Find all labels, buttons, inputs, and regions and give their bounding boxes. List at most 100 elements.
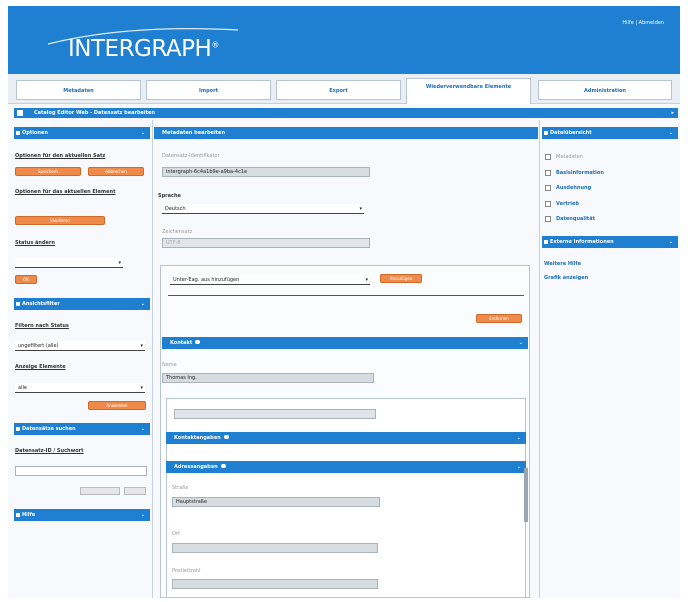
collapse-icon[interactable]: ⌄ [669, 127, 673, 139]
collapse-icon[interactable]: ⌄ [669, 236, 673, 248]
scrollbar[interactable] [524, 468, 528, 522]
panel-icon [544, 131, 548, 135]
search-label: Datensatz-ID / Suchwort [15, 448, 84, 454]
remove-button[interactable]: Entfernen [476, 314, 522, 323]
user-links[interactable]: Hilfe | Abmelden [622, 20, 664, 26]
contact-section-header[interactable]: Kontakt ⌄ [162, 337, 528, 349]
overview-item-basis[interactable]: Basisinformation [556, 170, 604, 176]
street-label: Straße [172, 485, 189, 491]
language-value: Deutsch [165, 206, 186, 212]
expand-icon[interactable] [545, 185, 551, 191]
chevron-down-icon: ▾ [118, 260, 121, 266]
search-input[interactable] [15, 466, 147, 476]
address-header[interactable]: Adressangaben ⌄ [166, 461, 526, 473]
contact-section-title: Kontakt [170, 340, 193, 346]
external-info-panel-header[interactable]: Externe Informationen ⌄ [542, 236, 678, 248]
postcode-label: Postleitzahl [172, 568, 201, 574]
overview-item-distribution[interactable]: Vertrieb [556, 201, 579, 207]
collapse-icon[interactable]: ⌄ [141, 298, 145, 310]
options-current-set-label: Optionen für den aktuellen Satz [15, 153, 106, 159]
filter-status-select[interactable]: ungefiltert (alle) ▾ [15, 341, 145, 351]
filter-status-value: ungefiltert (alle) [18, 343, 59, 349]
panel-icon [16, 427, 20, 431]
status-select[interactable]: ▾ [15, 258, 123, 268]
collapse-icon[interactable]: ⌄ [519, 337, 523, 349]
expand-icon[interactable] [545, 216, 551, 222]
column-divider [152, 120, 153, 598]
subelement-select[interactable]: Unter-Eag. aus hinzufügen ▾ [170, 275, 370, 285]
logo-mark: ® [211, 40, 219, 50]
comment-icon [220, 464, 226, 468]
expand-icon[interactable] [545, 170, 551, 176]
collapse-icon[interactable]: ⌄ [141, 509, 145, 521]
panel-icon [16, 513, 20, 517]
overview-item-quality[interactable]: Datenqualität [556, 216, 595, 222]
filter-element-value: alle [18, 385, 27, 391]
view-filter-panel-header[interactable]: Ansichtsfilter ⌄ [14, 298, 150, 310]
charset-label: Zeichensatz [162, 229, 193, 235]
tab-metadaten[interactable]: Metadaten [16, 80, 141, 100]
collapse-icon[interactable]: ⌄ [517, 432, 521, 444]
show-graphic-link[interactable]: Grafik anzeigen [544, 275, 588, 281]
street-field[interactable]: Hauptstraße [172, 497, 380, 507]
collapse-icon[interactable]: ⌄ [141, 127, 145, 139]
language-select[interactable]: Deutsch ▾ [162, 204, 364, 214]
reset-button[interactable] [124, 487, 146, 495]
column-divider [539, 120, 540, 598]
filter-status-label: Filtern nach Status [15, 323, 69, 329]
search-button[interactable] [80, 487, 120, 495]
validate-button[interactable]: Validieren [15, 216, 105, 225]
metadata-checkbox[interactable] [545, 154, 551, 160]
contact-info-header[interactable]: Kontaktangaben ⌄ [166, 432, 526, 444]
tab-import[interactable]: Import [146, 80, 271, 100]
home-icon[interactable] [17, 110, 23, 116]
chevron-down-icon: ▾ [140, 343, 143, 349]
collapse-icon[interactable]: ⌄ [141, 423, 145, 435]
options-title: Optionen [22, 130, 48, 136]
options-current-element-label: Optionen für das aktuellen Element [15, 189, 116, 195]
expand-icon[interactable] [545, 201, 551, 207]
apply-button[interactable]: Anwenden [88, 401, 146, 410]
overview-panel-header[interactable]: Dateiübersicht ⌄ [542, 127, 678, 139]
tab-reusable-elements[interactable]: Wiederverwendbare Elemente [406, 78, 531, 104]
chevron-down-icon: ▾ [140, 385, 143, 391]
metadata-checkbox-label: Metadaten [556, 154, 583, 160]
contact-name-field[interactable]: Thomas Ing. [162, 373, 374, 383]
overview-item-extent[interactable]: Ausdehnung [556, 185, 591, 191]
tab-export[interactable]: Export [276, 80, 401, 100]
identifier-field[interactable]: intergraph-6c4a1b9e-a9ba-4c1e [162, 167, 370, 177]
city-field[interactable] [172, 543, 378, 553]
view-filter-title: Ansichtsfilter [22, 301, 60, 307]
divider [168, 295, 524, 296]
address-title: Adressangaben [174, 464, 218, 470]
charset-field[interactable]: UTF-8 [162, 238, 370, 248]
search-panel-header[interactable]: Datensätze suchen ⌄ [14, 423, 150, 435]
city-label: Ort [172, 531, 180, 537]
chevron-down-icon: ▾ [365, 277, 368, 283]
ok-button[interactable]: OK [15, 275, 37, 284]
contact-name-label: Name [162, 362, 177, 368]
overview-title: Dateiübersicht [550, 130, 592, 136]
cancel-button[interactable]: Abbrechen [88, 167, 144, 176]
contact-role-field[interactable] [174, 409, 376, 419]
panel-icon [544, 240, 548, 244]
app-header: INTERGRAPH® Hilfe | Abmelden [8, 6, 680, 74]
comment-icon [195, 340, 201, 344]
options-panel-header[interactable]: Optionen ⌄ [14, 127, 150, 139]
postcode-field[interactable] [172, 579, 378, 589]
breadcrumb-text: Catalog Editor Web - Datensatz bearbeite… [34, 110, 155, 116]
search-title: Datensätze suchen [22, 426, 76, 432]
breadcrumb: Catalog Editor Web - Datensatz bearbeite… [14, 108, 678, 118]
collapse-icon[interactable]: ⌄ [517, 461, 521, 473]
further-help-link[interactable]: Weitere Hilfe [544, 261, 581, 267]
save-button[interactable]: Speichern [15, 167, 81, 176]
tab-administration[interactable]: Administration [538, 80, 672, 100]
help-panel-header[interactable]: Hilfe ⌄ [14, 509, 150, 521]
resize-icon[interactable]: ▸ [671, 108, 674, 118]
chevron-down-icon: ▾ [359, 206, 362, 212]
add-button[interactable]: Hinzufügen [380, 274, 422, 283]
contact-info-title: Kontaktangaben [174, 435, 221, 441]
language-label: Sprache [158, 193, 181, 199]
help-title: Hilfe [22, 512, 36, 518]
filter-element-select[interactable]: alle ▾ [15, 383, 145, 393]
